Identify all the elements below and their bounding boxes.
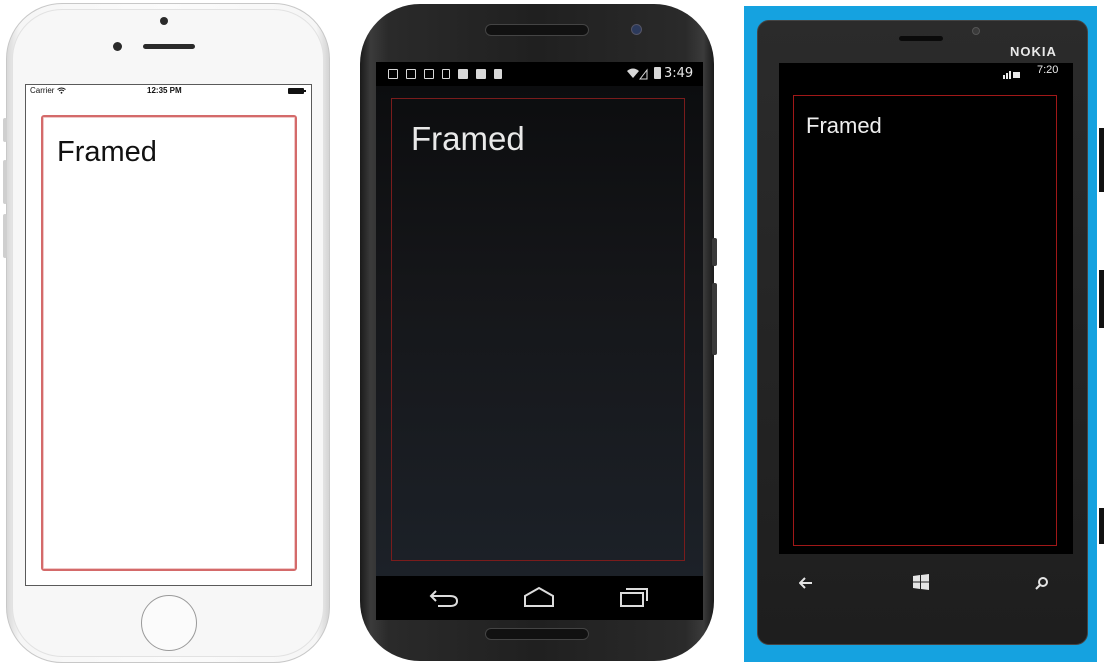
front-camera [160, 17, 168, 25]
framed-frame [41, 115, 297, 571]
wifi-icon [627, 68, 648, 80]
store-icon [476, 69, 486, 79]
wifi-icon [56, 87, 66, 94]
mute-switch [3, 118, 7, 142]
download-icon [442, 69, 450, 79]
status-time: 12:35 PM [147, 86, 182, 95]
image-icon [406, 69, 416, 79]
power-button [1099, 270, 1104, 328]
top-speaker [485, 24, 589, 36]
battery-icon [288, 88, 306, 94]
volume-rocker [1099, 128, 1104, 192]
power-button [712, 238, 717, 266]
volume-rocker [712, 283, 717, 355]
windows-nav-bar [779, 560, 1073, 608]
android-status-bar: 3:49 [376, 62, 703, 86]
recents-icon[interactable] [618, 586, 650, 608]
bottom-speaker [485, 628, 589, 640]
sd-card-icon [494, 69, 502, 79]
signal-battery-icon [1003, 71, 1020, 79]
home-button[interactable] [141, 595, 197, 651]
search-icon[interactable] [1035, 576, 1049, 590]
framed-frame [391, 98, 685, 561]
front-camera [972, 27, 980, 35]
brand-logo: NOKIA [1010, 44, 1057, 59]
back-arrow-icon[interactable] [799, 577, 813, 589]
status-time: 3:49 [664, 66, 694, 81]
earpiece-speaker [143, 44, 195, 49]
status-time: 7:20 [1037, 64, 1059, 76]
android-nav-bar [376, 576, 703, 620]
back-icon[interactable] [428, 588, 460, 608]
camera-button [1099, 508, 1104, 544]
battery-icon [654, 67, 661, 79]
proximity-sensor [113, 42, 122, 51]
front-camera [631, 24, 642, 35]
gmail-icon [424, 69, 434, 79]
framed-label: Framed [57, 136, 157, 168]
ios-status-bar: Carrier 12:35 PM [30, 86, 308, 98]
store-icon [458, 69, 468, 79]
carrier-label: Carrier [30, 86, 66, 95]
windows-logo-icon[interactable] [913, 574, 929, 590]
earpiece-speaker [899, 36, 943, 41]
framed-label: Framed [806, 113, 882, 138]
volume-up-button [3, 160, 7, 204]
notification-icon [388, 69, 398, 79]
framed-label: Framed [411, 120, 525, 157]
home-icon[interactable] [522, 586, 556, 608]
volume-down-button [3, 214, 7, 258]
framed-frame [793, 95, 1057, 546]
